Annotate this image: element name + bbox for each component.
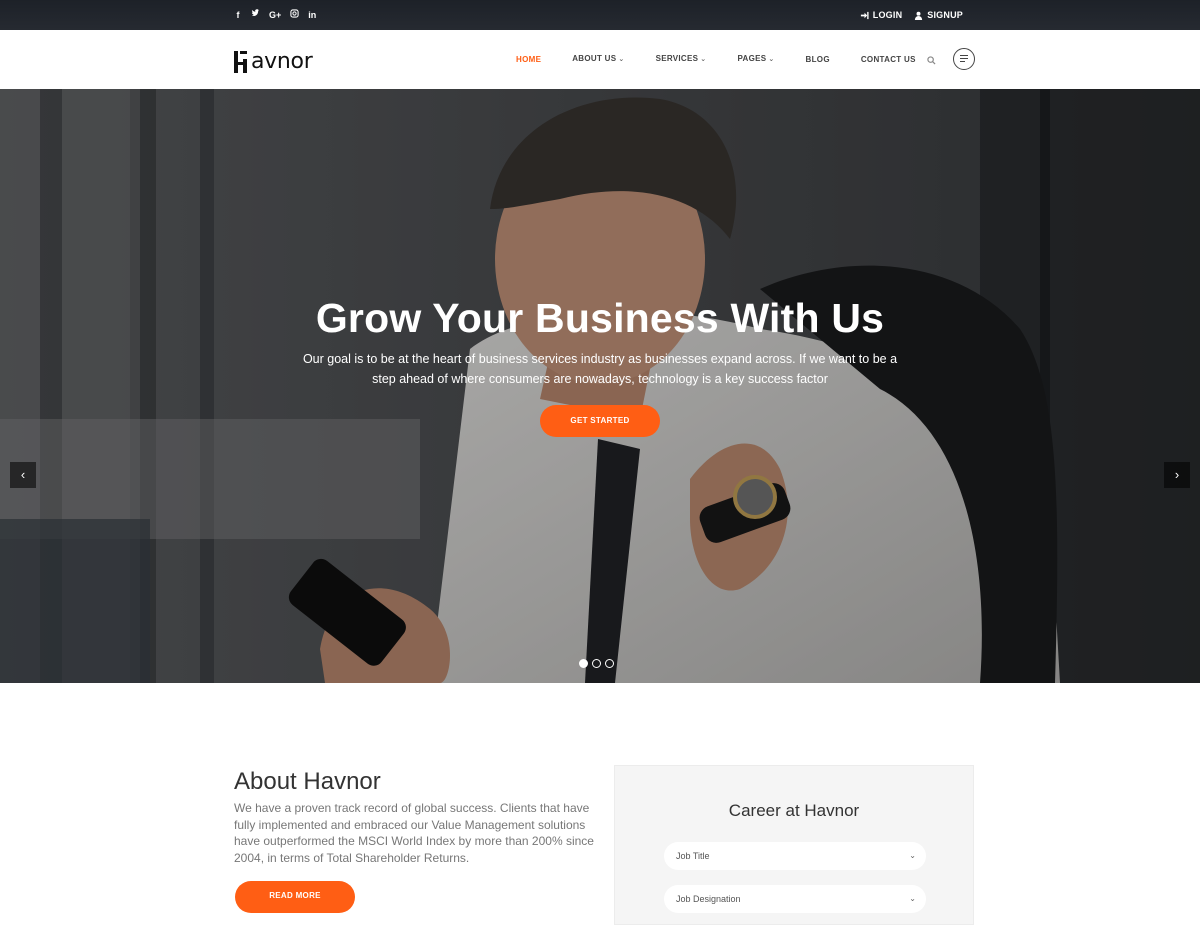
chevron-down-icon: ⌄ [768, 56, 775, 63]
job-designation-label: Job Designation [676, 894, 741, 904]
nav-label: ABOUT US [572, 54, 617, 63]
job-designation-select[interactable]: Job Designation ⌄ [664, 885, 926, 913]
logo[interactable]: avnor [234, 47, 313, 74]
chevron-down-icon: ⌄ [909, 894, 916, 903]
read-more-button[interactable]: READ MORE [235, 881, 355, 913]
nav-item-about-us[interactable]: ABOUT US ⌄ [572, 54, 624, 65]
facebook-icon[interactable]: f [234, 9, 242, 22]
instagram-icon[interactable] [290, 9, 299, 22]
site-header: avnor HOME ABOUT US ⌄ SERVICES ⌄ PAGES ⌄ BL… [0, 30, 1200, 90]
about-title: About Havnor [234, 768, 381, 795]
about-text: We have a proven track record of global … [234, 801, 594, 865]
hamburger-menu-icon[interactable] [953, 48, 975, 70]
chevron-down-icon: ⌄ [618, 56, 625, 63]
twitter-icon[interactable] [251, 9, 260, 22]
nav-label: BLOG [805, 54, 830, 64]
google-plus-icon[interactable]: G+ [269, 9, 281, 22]
nav-item-contact-us[interactable]: CONTACT US [861, 55, 916, 65]
slider-dot[interactable] [579, 659, 588, 668]
nav-label: PAGES [737, 54, 767, 63]
job-title-label: Job Title [676, 851, 710, 861]
logo-mark-icon [234, 51, 250, 73]
main-nav: HOME ABOUT US ⌄ SERVICES ⌄ PAGES ⌄ BLOG CON… [516, 54, 947, 65]
nav-item-services[interactable]: SERVICES ⌄ [656, 54, 707, 65]
linkedin-icon[interactable]: in [308, 9, 316, 22]
slider-dot[interactable] [605, 659, 614, 668]
get-started-button[interactable]: GET STARTED [540, 405, 660, 437]
search-icon[interactable] [927, 56, 936, 65]
nav-item-pages[interactable]: PAGES ⌄ [737, 54, 774, 65]
slider-dots [579, 659, 614, 668]
chevron-right-icon: › [1174, 467, 1180, 482]
nav-item-blog[interactable]: BLOG [806, 55, 830, 65]
nav-label: SERVICES [655, 54, 699, 63]
login-icon [860, 11, 869, 20]
chevron-down-icon: ⌄ [700, 56, 707, 63]
job-title-select[interactable]: Job Title ⌄ [664, 842, 926, 870]
nav-label: CONTACT US [860, 54, 916, 64]
chevron-left-icon: ‹ [20, 467, 26, 482]
top-bar: f G+ in LOGIN SIGNUP [0, 0, 1200, 30]
logo-text: avnor [251, 49, 313, 74]
slider-prev-button[interactable]: ‹ [10, 462, 36, 488]
career-title: Career at Havnor [728, 801, 860, 820]
login-label: LOGIN [872, 10, 903, 20]
slider-next-button[interactable]: › [1164, 462, 1190, 488]
nav-label: HOME [516, 54, 542, 64]
signup-link[interactable]: SIGNUP [914, 9, 963, 22]
nav-item-home[interactable]: HOME [516, 55, 541, 65]
user-icon [915, 11, 923, 20]
slider-dot[interactable] [592, 659, 601, 668]
chevron-down-icon: ⌄ [909, 851, 916, 860]
career-form-panel: Career at Havnor Job Title ⌄ Job Designa… [614, 765, 974, 925]
hero-title: Grow Your Business With Us [315, 295, 885, 341]
auth-links: LOGIN SIGNUP [860, 9, 963, 22]
social-links: f G+ in [234, 9, 325, 22]
signup-label: SIGNUP [927, 10, 963, 20]
hero-description: Our goal is to be at the heart of busine… [302, 352, 898, 386]
login-link[interactable]: LOGIN [860, 9, 903, 22]
